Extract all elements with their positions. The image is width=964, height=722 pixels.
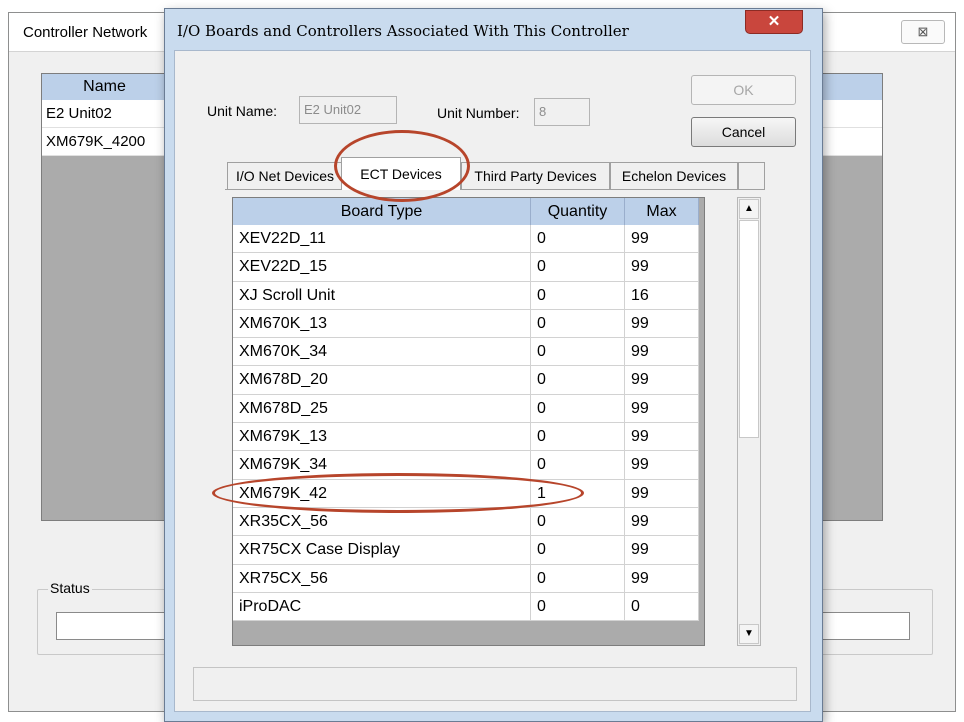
column-header-name[interactable]: Name [42,74,168,100]
table-row[interactable]: XM670K_13 0 99 [233,309,699,339]
board-type-cell: XEV22D_15 [233,253,531,282]
quantity-cell[interactable]: 0 [531,564,625,593]
max-cell: 99 [625,451,699,480]
max-cell: 99 [625,394,699,424]
unit-name-label: Unit Name: [207,103,278,119]
column-header-board-type[interactable]: Board Type [233,198,531,225]
ok-button[interactable]: OK [691,75,796,105]
unit-number-field: 8 [534,98,590,126]
grid-header: Board Type Quantity Max [233,198,699,225]
board-type-grid: Board Type Quantity Max XEV22D_11 0 99 XEV… [232,197,705,646]
table-row[interactable]: XJ Scroll Unit 0 16 [233,281,699,310]
quantity-cell[interactable]: 0 [531,592,625,622]
quantity-cell[interactable]: 0 [531,253,625,282]
table-row[interactable]: XEV22D_11 0 99 [233,225,699,254]
quantity-cell[interactable]: 0 [531,423,625,452]
io-boards-dialog: I/O Boards and Controllers Associated Wi… [164,8,823,722]
table-row[interactable]: XR75CX_56 0 99 [233,564,699,593]
quantity-cell[interactable]: 0 [531,281,625,310]
quantity-cell[interactable]: 0 [531,225,625,254]
column-header-max[interactable]: Max [625,198,699,225]
quantity-cell[interactable]: 0 [531,507,625,537]
max-cell: 99 [625,338,699,367]
close-icon[interactable]: ⊠ [901,20,945,44]
board-type-cell: iProDAC [233,592,531,622]
scroll-thumb[interactable] [739,220,759,438]
cancel-button[interactable]: Cancel [691,117,796,147]
max-cell: 99 [625,564,699,593]
scroll-down-icon[interactable]: ▼ [739,624,759,644]
max-cell: 99 [625,309,699,339]
highlight-oval-xm679k42-row [212,473,584,513]
dialog-content: Unit Name: E2 Unit02 Unit Number: 8 OK C… [174,50,811,712]
status-label: Status [48,580,92,596]
table-row[interactable]: XM678D_25 0 99 [233,394,699,424]
table-row[interactable]: XM670K_34 0 99 [233,338,699,367]
quantity-cell[interactable]: 0 [531,338,625,367]
unit-name-field: E2 Unit02 [299,96,397,124]
tab-strip-end [738,162,765,189]
dialog-status-bar [193,667,797,701]
quantity-cell[interactable]: 0 [531,366,625,395]
max-cell: 99 [625,225,699,254]
controller-network-title: Controller Network [23,24,148,41]
highlight-oval-ect-tab [334,130,470,202]
max-cell: 99 [625,366,699,395]
tab-third-party-devices[interactable]: Third Party Devices [461,162,610,189]
close-button[interactable]: ✕ [745,10,803,34]
unit-number-label: Unit Number: [437,105,520,121]
board-type-cell: XR75CX_56 [233,564,531,593]
quantity-cell[interactable]: 0 [531,536,625,565]
board-type-cell: XM670K_13 [233,309,531,339]
table-row[interactable]: XEV22D_15 0 99 [233,253,699,282]
table-row[interactable]: XR75CX Case Display 0 99 [233,536,699,565]
tab-echelon-devices[interactable]: Echelon Devices [610,162,738,189]
scroll-up-icon[interactable]: ▲ [739,199,759,219]
table-row[interactable]: XM679K_13 0 99 [233,423,699,452]
quantity-cell[interactable]: 0 [531,451,625,480]
quantity-cell[interactable]: 0 [531,309,625,339]
grid-body: XEV22D_11 0 99 XEV22D_15 0 99 XJ Scroll Unit… [233,225,699,622]
board-type-cell: XM679K_13 [233,423,531,452]
board-type-cell: XM670K_34 [233,338,531,367]
tab-io-net-devices[interactable]: I/O Net Devices [227,162,343,189]
max-cell: 99 [625,253,699,282]
board-type-cell: XJ Scroll Unit [233,281,531,310]
board-type-cell: XM678D_25 [233,394,531,424]
max-cell: 99 [625,423,699,452]
max-cell: 99 [625,479,699,508]
table-row[interactable]: iProDAC 0 0 [233,592,699,622]
board-type-cell: XM678D_20 [233,366,531,395]
dialog-title: I/O Boards and Controllers Associated Wi… [177,22,629,40]
grid-scrollbar[interactable]: ▲ ▼ [737,197,761,646]
max-cell: 99 [625,536,699,565]
board-type-cell: XEV22D_11 [233,225,531,254]
table-row[interactable]: XM678D_20 0 99 [233,366,699,395]
max-cell: 99 [625,507,699,537]
board-type-cell: XR75CX Case Display [233,536,531,565]
quantity-cell[interactable]: 0 [531,394,625,424]
table-row[interactable]: XR35CX_56 0 99 [233,507,699,537]
column-header-quantity[interactable]: Quantity [531,198,625,225]
max-cell: 16 [625,281,699,310]
max-cell: 0 [625,592,699,622]
